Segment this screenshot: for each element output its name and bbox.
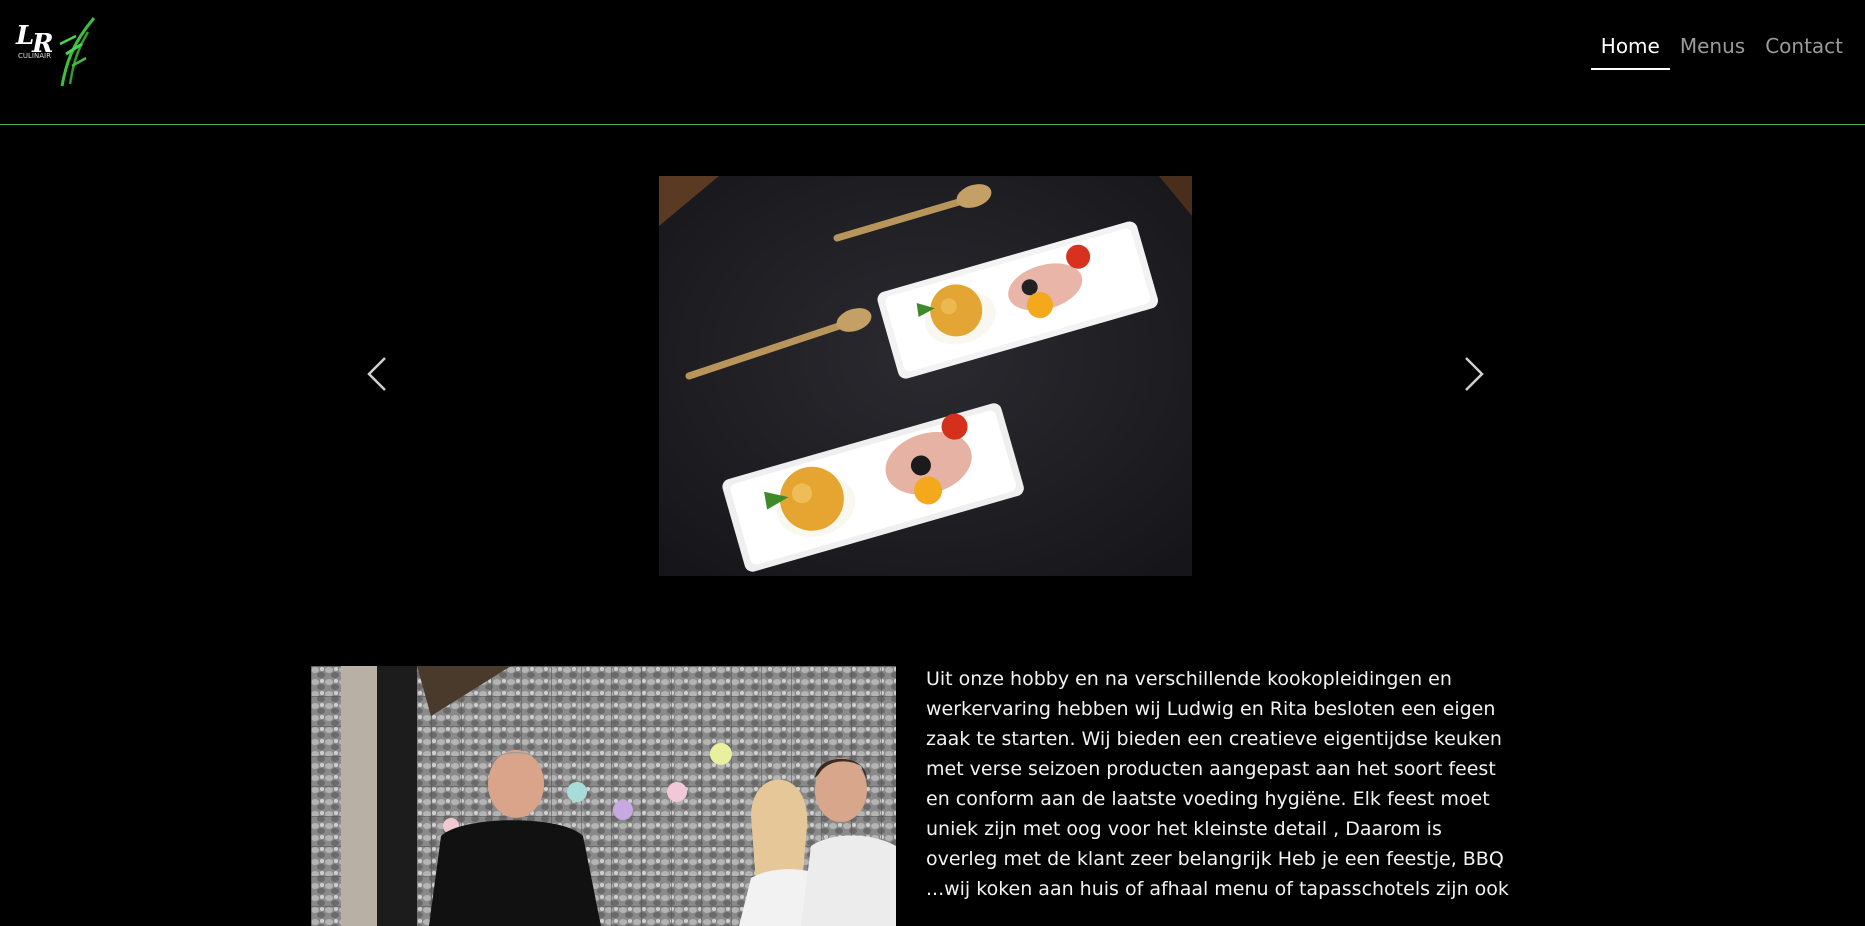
brand-logo[interactable]: L R CULINAIR [10,14,100,88]
chevron-right-icon [1465,357,1484,391]
carousel-prev-button[interactable] [365,354,389,394]
tapas-plate-image [659,176,1192,576]
chefs-photo-image [311,666,896,926]
chevron-left-icon [367,357,386,391]
nav-menus[interactable]: Menus [1670,34,1755,70]
lr-culinair-logo-icon: L R CULINAIR [15,17,96,87]
carousel-slide-image [659,176,1192,576]
nav-contact[interactable]: Contact [1755,34,1853,70]
main-nav: Home Menus Contact [1590,0,1865,124]
about-description: Uit onze hobby en na verschillende kooko… [926,668,1509,900]
about-photo [311,666,896,926]
carousel-next-button[interactable] [1462,354,1486,394]
site-header: L R CULINAIR Home Menus Contact [0,0,1865,125]
nav-home[interactable]: Home [1590,34,1670,70]
svg-text:CULINAIR: CULINAIR [18,52,51,60]
image-carousel [0,176,1865,576]
